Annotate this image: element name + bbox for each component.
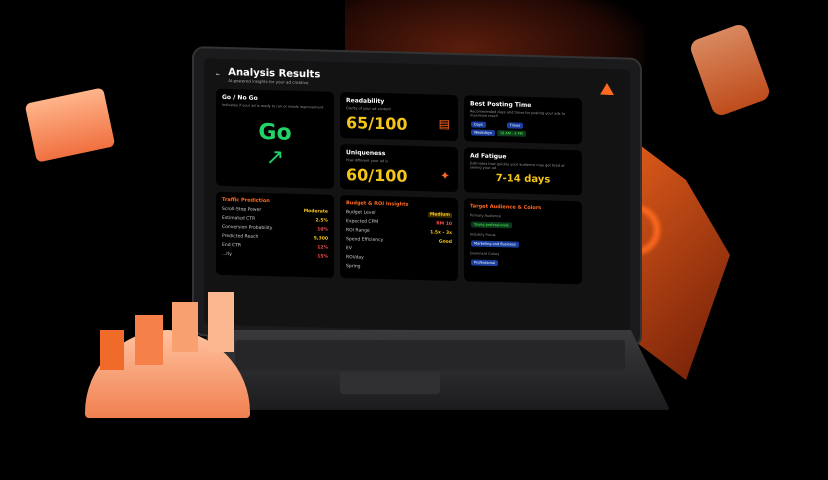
card-title: Budget & ROI Insights: [346, 200, 409, 208]
primary-audience-label: Primary Audience: [470, 213, 501, 219]
readability-score: 65/100: [346, 113, 408, 134]
card-desc: Recommended days and times for posting y…: [470, 109, 566, 119]
times-tag: 10 AM - 2 PM: [496, 130, 526, 137]
row-value: Medium: [427, 212, 452, 218]
primary-audience-tag: Young professionals: [471, 221, 512, 229]
row-value: Moderate: [303, 209, 328, 215]
dashboard-screen: ← Analysis Results AI-powered insights f…: [204, 58, 630, 336]
days-label: Days: [471, 121, 486, 128]
document-icon: ▤: [438, 116, 450, 131]
bar-chart-bar: [135, 315, 163, 365]
row-label: Spring: [346, 264, 361, 270]
card-title: Ad Fatigue: [470, 152, 507, 161]
industry-label: Industry Focus: [470, 232, 496, 238]
row-label: Conversion Probability: [222, 224, 273, 232]
industry-tag: Marketing and Business: [471, 240, 519, 248]
row-label: Estimated CTR: [222, 215, 256, 222]
row-label: Budget Level: [346, 210, 376, 216]
card-desc: Estimates how quickly your audience may …: [470, 161, 565, 171]
bar-chart-bar: [172, 302, 198, 352]
posting-time-card: Best Posting Time Recommended days and t…: [464, 95, 582, 145]
colors-label: Dominant Colors: [470, 251, 500, 257]
page-subtitle: AI-powered insights for your ad creative: [228, 78, 309, 86]
star-card-icon: [24, 87, 116, 163]
laptop: ← Analysis Results AI-powered insights f…: [192, 46, 642, 348]
row-value: Good: [438, 239, 452, 245]
pen-tool-icon: [688, 22, 772, 118]
audience-card: Target Audience & Colors Primary Audienc…: [464, 198, 582, 285]
sparkle-icon: ✦: [439, 168, 450, 183]
row-value: 5,300: [313, 236, 328, 242]
card-title: Traffic Prediction: [222, 196, 270, 205]
row-value: 10%: [317, 227, 328, 233]
times-label: Times: [506, 122, 524, 129]
colors-tag: Professional: [471, 259, 499, 267]
arrow-left-icon[interactable]: ←: [216, 72, 220, 78]
card-title: Go / No Go: [222, 93, 258, 102]
row-value: 15%: [317, 254, 328, 260]
days-tag: Weekdays: [471, 129, 495, 137]
row-label: Spend Efficiency: [346, 237, 384, 244]
row-label: Scroll-Stop Power: [222, 206, 262, 213]
row-label: ...ity: [222, 251, 232, 258]
row-label: End CTR: [222, 242, 241, 249]
row-label: Expected CPM: [346, 219, 379, 225]
row-value: RM 10: [436, 221, 452, 227]
bar-chart-bar: [208, 292, 234, 352]
card-title: Target Audience & Colors: [470, 203, 542, 212]
uniqueness-score: 60/100: [346, 165, 408, 186]
readability-card: Readability Clarity of your ad content 6…: [340, 91, 458, 142]
go-no-go-card: Go / No Go Indicates if your ad is ready…: [216, 88, 334, 189]
row-value: 1.5x - 3x: [430, 230, 452, 236]
fatigue-value: 7-14 days: [495, 173, 551, 186]
card-title: Best Posting Time: [470, 100, 532, 109]
uniqueness-card: Uniqueness How different your ad is 60/1…: [340, 143, 458, 193]
card-desc: How different your ad is: [346, 158, 388, 164]
trackpad: [340, 372, 440, 394]
card-title: Readability: [346, 97, 385, 106]
row-label: EV: [346, 246, 352, 252]
card-desc: Indicates if your ad is ready to run or …: [222, 102, 324, 110]
row-value: 12%: [317, 245, 328, 251]
keyboard: [235, 340, 625, 370]
ad-fatigue-card: Ad Fatigue Estimates how quickly your au…: [464, 147, 582, 196]
bar-chart-icon: [100, 330, 124, 370]
traffic-card: Traffic Prediction Scroll-Stop Power Mode…: [216, 191, 334, 278]
row-value: 2.5%: [315, 218, 328, 224]
row-label: ROI/day: [346, 255, 364, 261]
go-value: Go: [258, 119, 292, 146]
card-desc: Clarity of your ad content: [346, 106, 391, 112]
row-label: Predicted Reach: [222, 233, 259, 240]
card-title: Uniqueness: [346, 149, 386, 158]
trending-up-icon: ↗: [265, 145, 285, 171]
budget-card: Budget & ROI Insights Budget Level Medium…: [340, 194, 458, 282]
row-label: ROI Range: [346, 228, 370, 234]
